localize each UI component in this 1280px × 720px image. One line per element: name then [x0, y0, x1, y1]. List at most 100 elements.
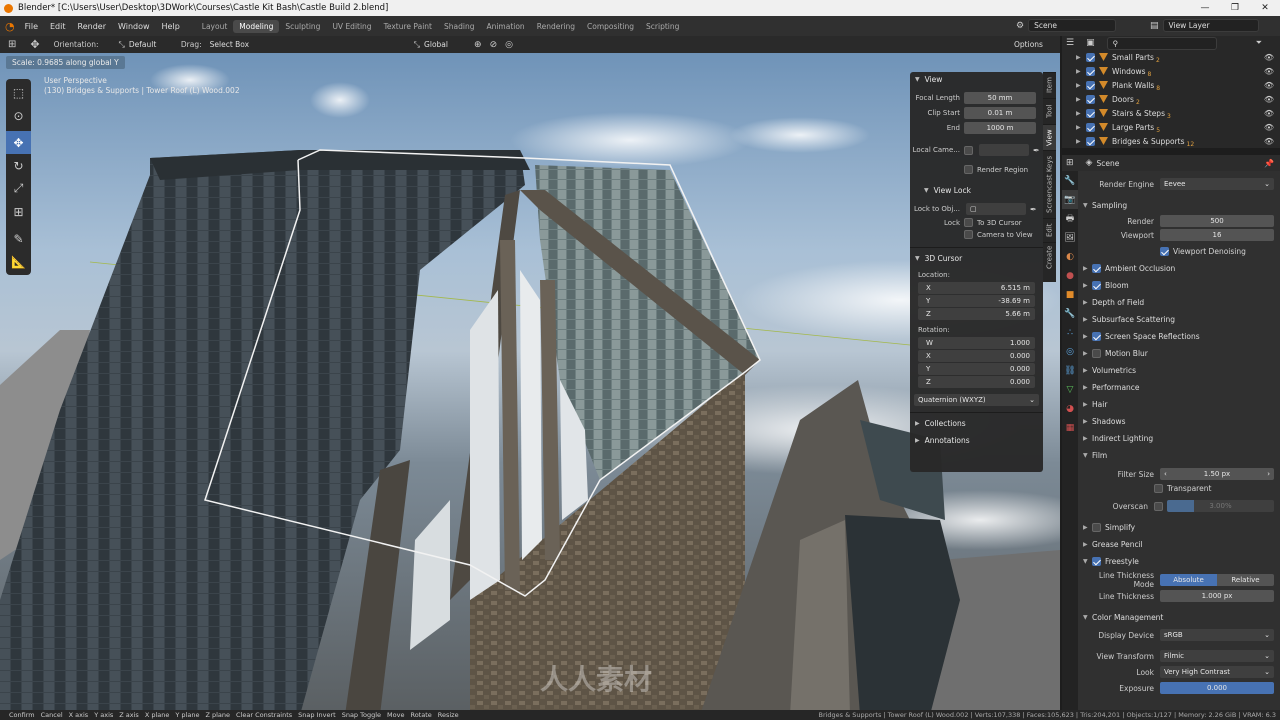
proportional-edit-icon[interactable]: ◎ [505, 40, 513, 50]
world-properties-icon[interactable]: ● [1062, 266, 1078, 285]
viewport-samples-field[interactable]: 16 [1160, 229, 1274, 241]
panel-enable-checkbox[interactable] [1092, 281, 1101, 290]
scale-tool-icon[interactable]: ⤢ [6, 177, 31, 200]
simplify-checkbox[interactable] [1092, 523, 1101, 532]
menu-edit[interactable]: Edit [44, 22, 72, 31]
pivot-icon[interactable]: ⊕ [474, 40, 482, 50]
pin-icon[interactable]: 📌 [1264, 159, 1274, 168]
rotation-mode-dropdown[interactable]: Quaternion (WXYZ) ⌄ [914, 394, 1039, 406]
3d-viewport[interactable]: RRCG 人人素材 [0, 53, 1060, 715]
exclude-checkbox[interactable] [1086, 108, 1095, 118]
property-panel-header[interactable]: ▶ Hair [1078, 396, 1280, 413]
menu-render[interactable]: Render [72, 22, 112, 31]
sampling-panel-header[interactable]: ▼ Sampling [1078, 197, 1280, 214]
property-panel-header[interactable]: ▶ Screen Space Reflections [1078, 328, 1280, 345]
exclude-checkbox[interactable] [1086, 66, 1095, 76]
overscan-checkbox[interactable] [1154, 501, 1163, 511]
workspace-tab-scripting[interactable]: Scripting [640, 20, 685, 33]
display-mode-icon[interactable]: ▣ [1086, 38, 1095, 48]
view-panel-header[interactable]: ▼ View [910, 72, 1043, 86]
render-samples-field[interactable]: 500 [1160, 215, 1274, 227]
3d-cursor-header[interactable]: ▼ 3D Cursor [910, 251, 1043, 265]
select-box-tool-icon[interactable]: ⬚ [6, 81, 31, 104]
properties-editor-icon[interactable]: ⊞ [1066, 158, 1074, 168]
rotate-tool-icon[interactable]: ↻ [6, 154, 31, 177]
outliner-collection-row[interactable]: ▶ Doors 2 👁 [1062, 92, 1280, 106]
property-panel-header[interactable]: ▶ Shadows [1078, 413, 1280, 430]
close-icon[interactable]: ✕ [1250, 3, 1280, 13]
workspace-tab-compositing[interactable]: Compositing [581, 20, 640, 33]
cursor-rot-z-field[interactable]: Z 0.000 [918, 376, 1035, 388]
cursor-rot-y-field[interactable]: Y 0.000 [918, 363, 1035, 375]
outliner-collection-row[interactable]: ▶ Bridges & Supports 12 👁 [1062, 134, 1280, 148]
viewport-denoising-checkbox[interactable] [1160, 246, 1169, 256]
view-transform-dropdown[interactable]: Filmic ⌄ [1160, 650, 1274, 662]
transform-orientation-dropdown[interactable]: Global [420, 40, 470, 49]
scene-selector[interactable]: ⚙ Scene [1016, 19, 1117, 32]
property-panel-header[interactable]: ▶ Bloom [1078, 277, 1280, 294]
property-panel-header[interactable]: ▶ Motion Blur [1078, 345, 1280, 362]
measure-tool-icon[interactable]: 📐 [6, 250, 31, 273]
local-camera-checkbox[interactable] [964, 145, 973, 155]
outliner-collection-row[interactable]: ▶ Stairs & Steps 3 👁 [1062, 106, 1280, 120]
freestyle-panel-header[interactable]: ▼ Freestyle [1078, 553, 1280, 570]
relative-toggle[interactable]: Relative [1217, 574, 1274, 586]
lock-to-3d-cursor-checkbox[interactable] [964, 218, 973, 227]
cursor-x-field[interactable]: X 6.515 m [918, 282, 1035, 294]
cursor-rot-x-field[interactable]: X 0.000 [918, 350, 1035, 362]
workspace-tab-uv-editing[interactable]: UV Editing [326, 20, 377, 33]
material-properties-icon[interactable]: ◕ [1062, 399, 1078, 418]
expand-arrow-icon[interactable]: ▶ [1076, 96, 1086, 103]
eye-icon[interactable]: 👁 [1264, 67, 1274, 76]
orientation-dropdown[interactable]: Default [125, 40, 177, 49]
eye-icon[interactable]: 👁 [1264, 137, 1274, 146]
panel-enable-checkbox[interactable] [1092, 349, 1101, 358]
lock-object-field[interactable]: ▢ [966, 203, 1026, 215]
scene-field[interactable]: Scene [1028, 19, 1117, 32]
outliner-collection-row[interactable]: ▶ Small Parts 2 👁 [1062, 50, 1280, 64]
eyedropper-icon[interactable]: ✒ [1030, 205, 1037, 214]
tab-item[interactable]: Item [1043, 72, 1056, 98]
property-panel-header[interactable]: ▶ Ambient Occlusion [1078, 260, 1280, 277]
eye-icon[interactable]: 👁 [1264, 81, 1274, 90]
object-properties-icon[interactable]: ■ [1062, 285, 1078, 304]
cursor-tool-icon[interactable]: ⊙ [6, 104, 31, 127]
snap-icon[interactable]: ⊘ [490, 40, 498, 50]
options-dropdown[interactable]: Options [1010, 40, 1047, 49]
render-region-checkbox[interactable] [964, 165, 973, 174]
property-panel-header[interactable]: ▶ Depth of Field [1078, 294, 1280, 311]
expand-arrow-icon[interactable]: ▶ [1076, 68, 1086, 75]
expand-arrow-icon[interactable]: ▶ [1076, 82, 1086, 89]
cursor-y-field[interactable]: Y -38.69 m [918, 295, 1035, 307]
workspace-tab-rendering[interactable]: Rendering [531, 20, 581, 33]
view-lock-header[interactable]: ▼ View Lock [910, 183, 1043, 197]
eye-icon[interactable]: 👁 [1264, 95, 1274, 104]
editor-type-icon[interactable]: ⊞ [8, 39, 16, 50]
particles-properties-icon[interactable]: ∴ [1062, 323, 1078, 342]
line-thickness-field[interactable]: 1.000 px [1160, 590, 1274, 602]
exposure-field[interactable]: 0.000 [1160, 682, 1274, 694]
filter-icon[interactable]: ⏷ [1256, 38, 1262, 48]
workspace-tab-texture-paint[interactable]: Texture Paint [378, 20, 438, 33]
transform-tool-icon[interactable]: ⊞ [6, 200, 31, 223]
tool-properties-icon[interactable]: 🔧 [1062, 171, 1078, 190]
film-panel-header[interactable]: ▼ Film [1078, 447, 1280, 464]
maximize-icon[interactable]: ❐ [1220, 3, 1250, 13]
render-engine-dropdown[interactable]: Eevee ⌄ [1160, 178, 1274, 190]
minimize-icon[interactable]: — [1190, 3, 1220, 13]
outliner-collection-row[interactable]: ▶ Large Parts 5 👁 [1062, 120, 1280, 134]
expand-arrow-icon[interactable]: ▶ [1076, 138, 1086, 145]
property-panel-header[interactable]: ▶ Performance [1078, 379, 1280, 396]
look-dropdown[interactable]: Very High Contrast ⌄ [1160, 666, 1274, 678]
expand-arrow-icon[interactable]: ▶ [1076, 54, 1086, 61]
overscan-field[interactable]: 3.00% [1167, 500, 1274, 512]
drag-dropdown[interactable]: Select Box [206, 40, 258, 49]
focal-length-field[interactable]: 50 mm [964, 92, 1036, 104]
collections-panel-header[interactable]: ▶ Collections [910, 416, 1043, 430]
data-properties-icon[interactable]: ▽ [1062, 380, 1078, 399]
exclude-checkbox[interactable] [1086, 52, 1095, 62]
scene-properties-icon[interactable]: ◐ [1062, 247, 1078, 266]
physics-properties-icon[interactable]: ◎ [1062, 342, 1078, 361]
filter-size-field[interactable]: ‹ 1.50 px › [1160, 468, 1274, 480]
outliner-collection-row[interactable]: ▶ Plank Walls 8 👁 [1062, 78, 1280, 92]
